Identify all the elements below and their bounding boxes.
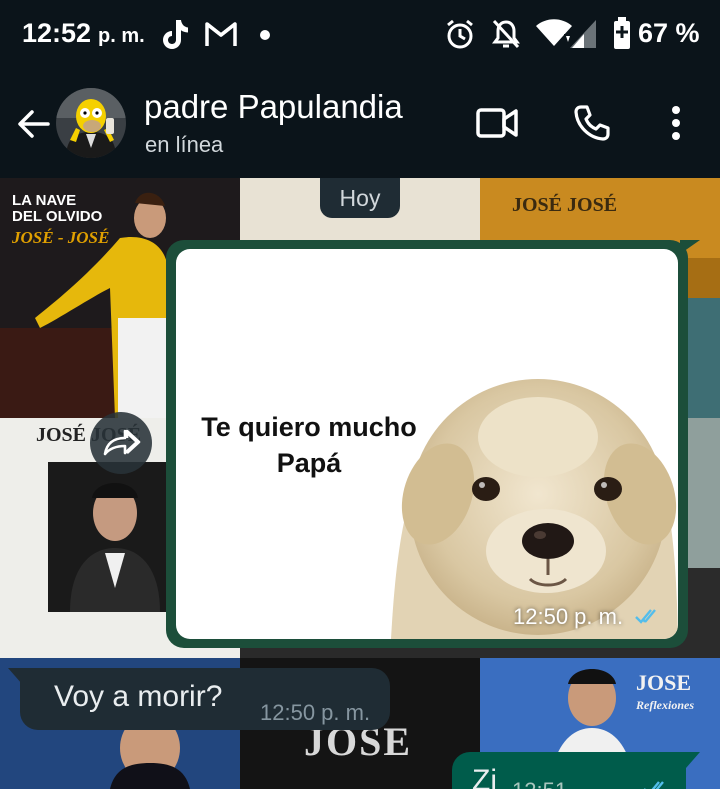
contact-name[interactable]: padre Papulandia	[144, 88, 403, 126]
message-time: 12:50 p. m.	[260, 700, 371, 725]
back-button[interactable]	[14, 104, 54, 144]
battery-icon	[612, 16, 632, 55]
message-time: 12:50 p. m.	[513, 604, 624, 629]
video-call-icon	[476, 108, 518, 138]
album-title: LA NAVE	[12, 192, 77, 209]
bubble-tail	[686, 752, 700, 768]
status-bar: 12:52 p. m. 67 %	[0, 0, 720, 68]
status-ampm: p. m.	[98, 25, 145, 47]
more-options-icon	[672, 106, 680, 140]
image-message-content[interactable]: Te quiero mucho Papá	[176, 249, 678, 639]
more-options-button[interactable]	[651, 98, 701, 148]
chat-header: padre Papulandia en línea	[0, 68, 720, 178]
forward-button[interactable]	[90, 412, 152, 474]
album-artist: JOSÉ JOSÉ	[512, 194, 618, 216]
message-text: Zi	[472, 764, 497, 789]
album-artist: JOSÉ - JOSÉ	[12, 228, 110, 247]
voice-call-button[interactable]	[567, 98, 617, 148]
signal-icon	[568, 18, 598, 55]
forward-icon	[103, 429, 141, 456]
bubble-tail	[680, 240, 700, 254]
read-ticks-icon	[642, 778, 672, 789]
back-arrow-icon	[18, 110, 50, 138]
date-chip: Hoy	[320, 178, 400, 218]
homer-avatar-icon	[56, 88, 126, 158]
status-time: 12:52	[22, 18, 92, 48]
read-ticks-icon	[634, 606, 664, 631]
avatar[interactable]	[56, 88, 126, 158]
puppy-image	[391, 379, 678, 639]
album-artist: JOSE	[636, 670, 692, 695]
contact-status: en línea	[145, 132, 224, 157]
message-time: 12:51	[512, 778, 567, 789]
tiktok-icon	[160, 18, 190, 55]
battery-percent: 67 %	[638, 18, 700, 48]
album-subtitle: DEL OLVIDO	[12, 208, 103, 225]
video-call-button[interactable]	[472, 98, 522, 148]
alarm-icon	[444, 18, 476, 55]
voice-call-icon	[574, 105, 610, 141]
message-text: Voy a morir?	[54, 680, 223, 713]
album-subtitle: Reflexiones	[636, 698, 694, 712]
gmail-icon	[204, 20, 238, 53]
bell-off-icon	[491, 18, 521, 55]
dot-icon	[259, 28, 271, 46]
